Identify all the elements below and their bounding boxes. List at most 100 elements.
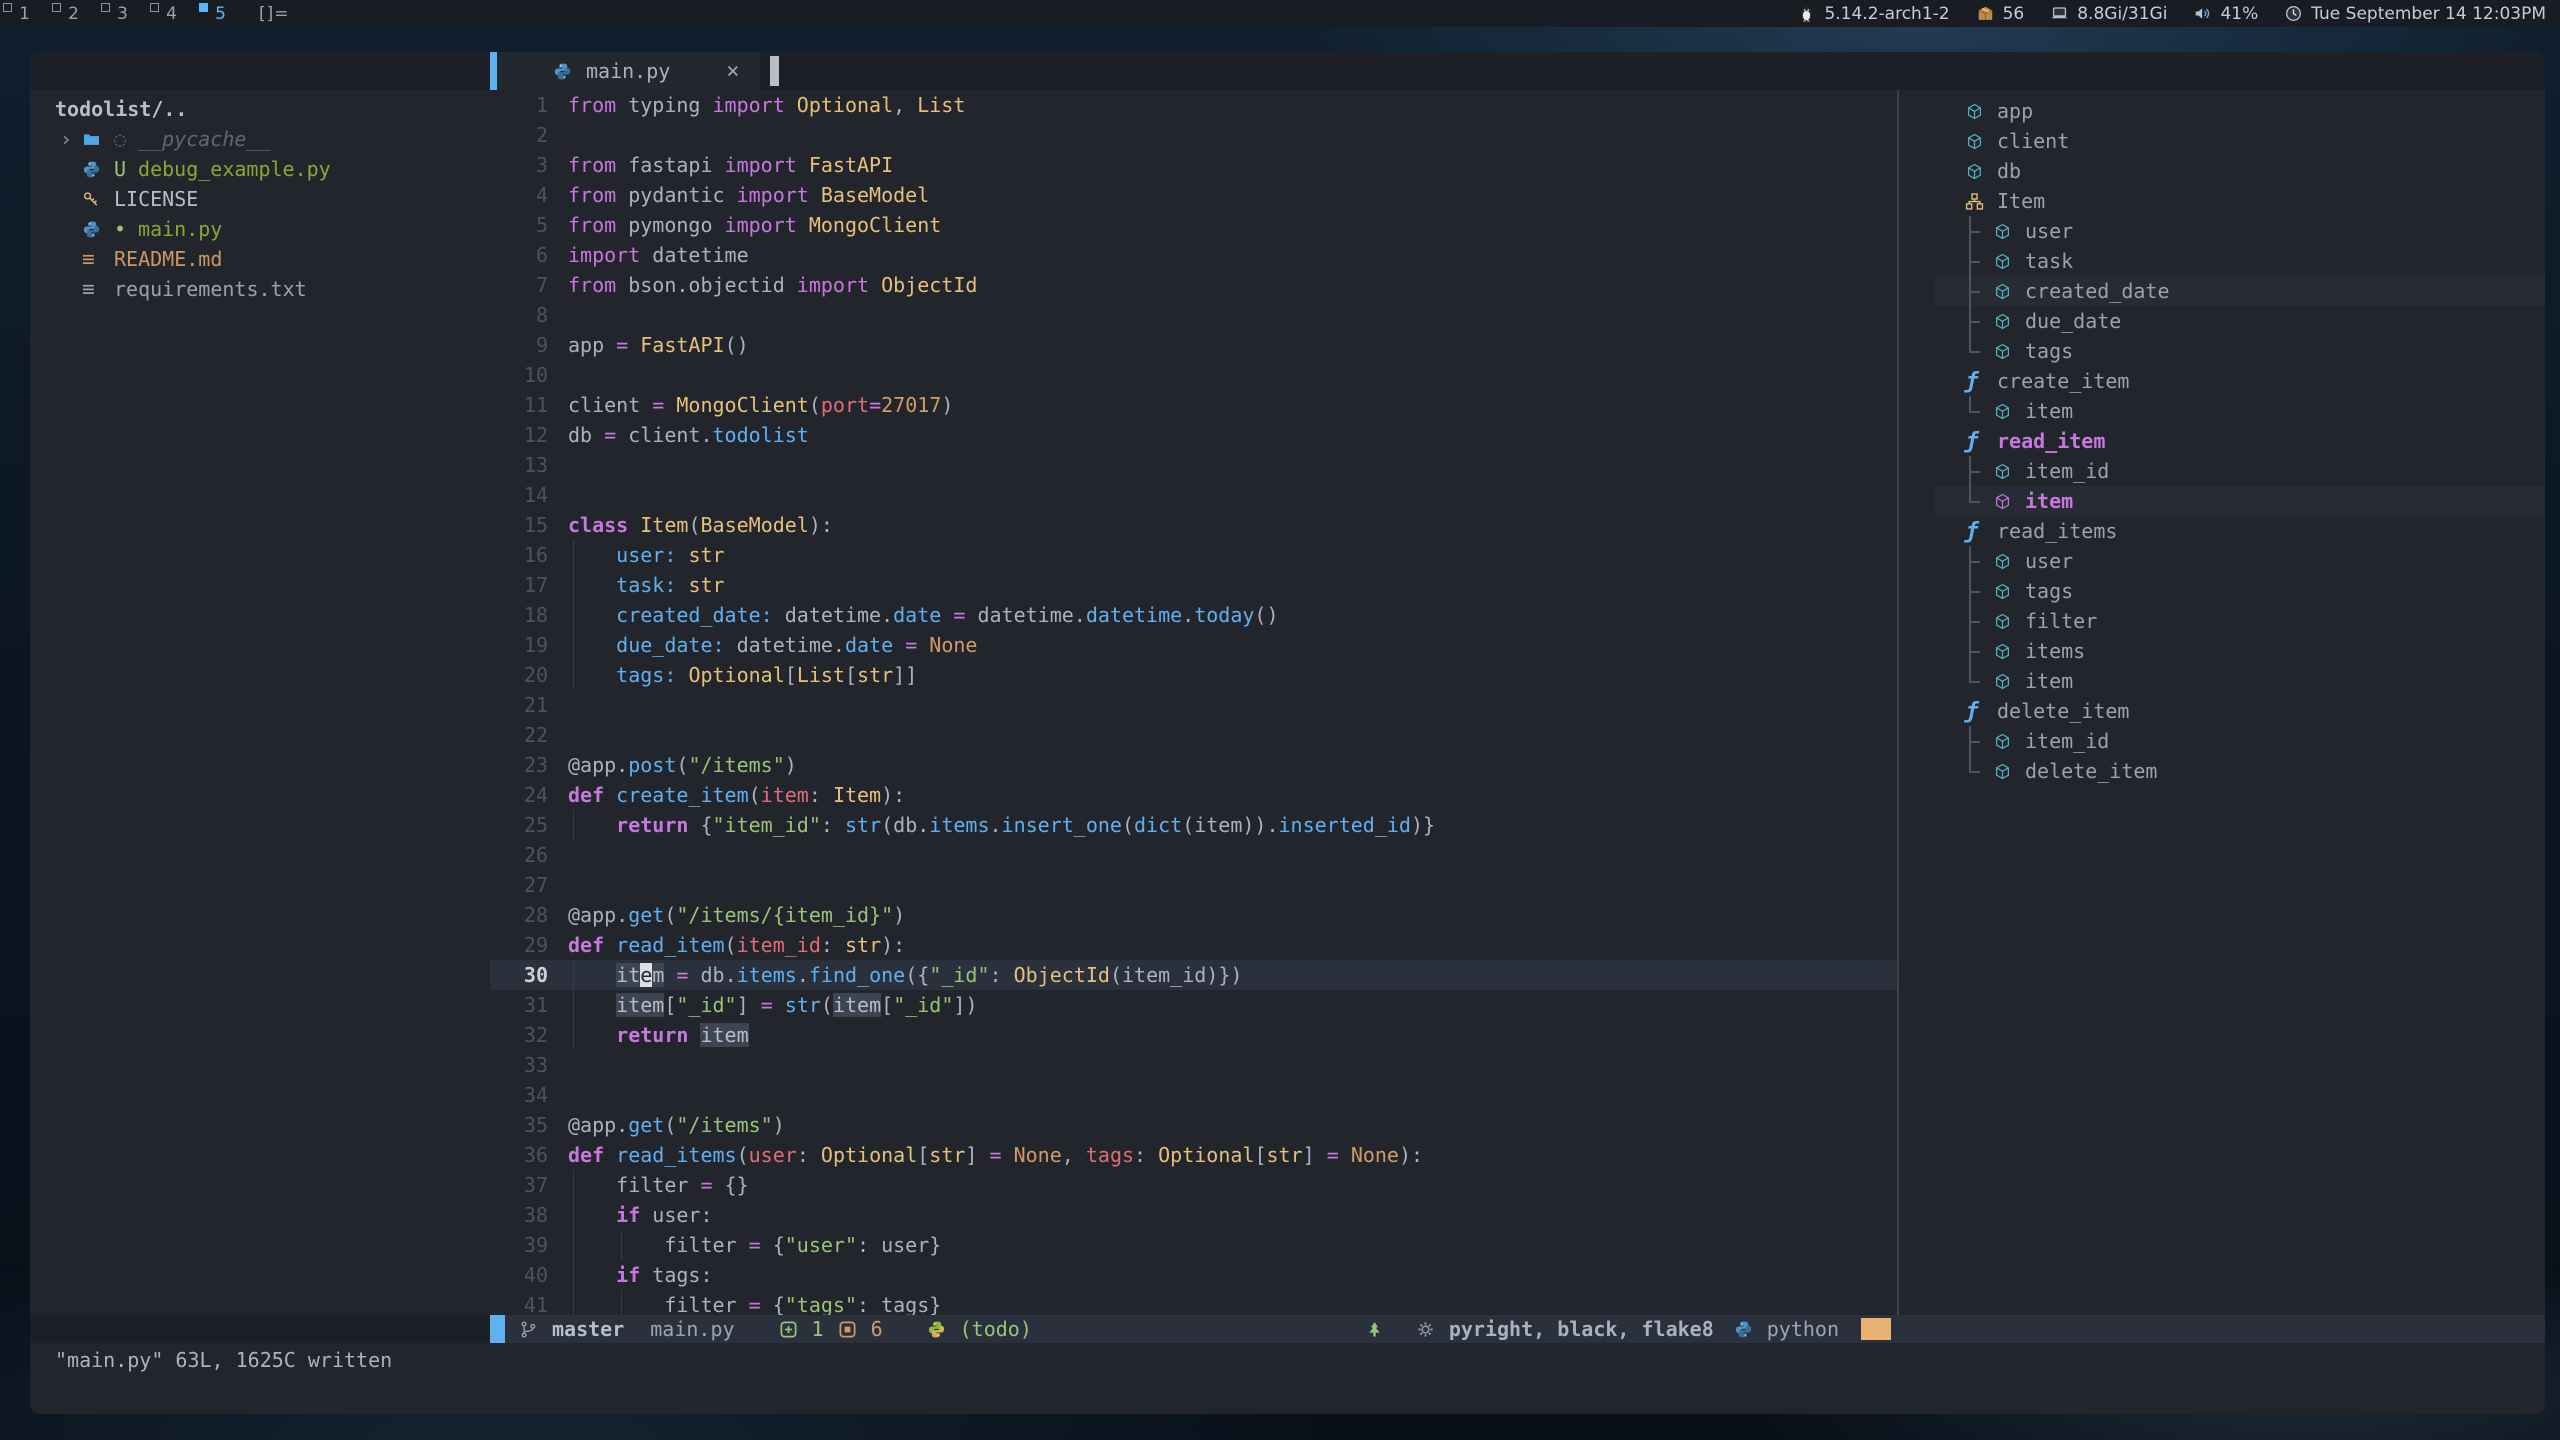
code-token: FastAPI	[809, 153, 893, 177]
code-line-17[interactable]: 17 task: str	[490, 570, 1897, 600]
code-editor[interactable]: 1from typing import Optional, List23from…	[490, 90, 1897, 1315]
code-token: None	[1351, 1143, 1399, 1167]
tree-connector	[1965, 246, 1993, 276]
symbol-created_date[interactable]: created_date	[1899, 276, 2545, 306]
symbol-due_date[interactable]: due_date	[1899, 306, 2545, 336]
code-text	[568, 300, 1897, 330]
code-line-8[interactable]: 8	[490, 300, 1897, 330]
file-row-main-py[interactable]: •main.py	[30, 214, 490, 244]
code-line-35[interactable]: 35@app.get("/items")	[490, 1110, 1897, 1140]
code-token	[917, 633, 929, 657]
tab-main-py[interactable]: main.py ×	[497, 52, 760, 90]
line-number: 18	[490, 600, 548, 630]
code-line-40[interactable]: 40 if tags:	[490, 1260, 1897, 1290]
code-line-23[interactable]: 23@app.post("/items")	[490, 750, 1897, 780]
symbol-item_id[interactable]: item_id	[1899, 726, 2545, 756]
code-line-14[interactable]: 14	[490, 480, 1897, 510]
code-line-30[interactable]: 30 item = db.items.find_one({"_id": Obje…	[490, 960, 1897, 990]
workspace-5[interactable]: 5	[196, 0, 245, 27]
workspace-2[interactable]: 2	[49, 0, 98, 27]
file-row-requirements-txt[interactable]: ≡requirements.txt	[30, 274, 490, 304]
symbol-user[interactable]: user	[1899, 546, 2545, 576]
tree-connector	[1965, 636, 1993, 666]
code-token: "user"	[785, 1233, 857, 1257]
code-line-24[interactable]: 24def create_item(item: Item):	[490, 780, 1897, 810]
symbol-tags[interactable]: tags	[1899, 336, 2545, 366]
workspace-3[interactable]: 3	[98, 0, 147, 27]
code-line-18[interactable]: 18 created_date: datetime.date = datetim…	[490, 600, 1897, 630]
code-line-22[interactable]: 22	[490, 720, 1897, 750]
code-token	[568, 633, 616, 657]
code-text: def read_item(item_id: str):	[568, 930, 1897, 960]
symbol-item_id[interactable]: item_id	[1899, 456, 2545, 486]
symbol-app[interactable]: app	[1899, 96, 2545, 126]
symbol-Item[interactable]: Item	[1899, 186, 2545, 216]
symbol-item[interactable]: item	[1899, 486, 2545, 516]
tab-close-icon[interactable]: ×	[726, 59, 739, 84]
file-row-readme-md[interactable]: ≡README.md	[30, 244, 490, 274]
symbol-item[interactable]: item	[1899, 666, 2545, 696]
code-line-21[interactable]: 21	[490, 690, 1897, 720]
symbol-label: user	[2025, 219, 2073, 243]
code-line-3[interactable]: 3from fastapi import FastAPI	[490, 150, 1897, 180]
file-row--pycache-[interactable]: ›◌__pycache__	[30, 124, 490, 154]
symbol-item[interactable]: item	[1899, 396, 2545, 426]
function-icon: ƒ	[1965, 429, 1997, 454]
file-row-debug-example-py[interactable]: Udebug_example.py	[30, 154, 490, 184]
code-line-12[interactable]: 12db = client.todolist	[490, 420, 1897, 450]
code-line-19[interactable]: 19 due_date: datetime.date = None	[490, 630, 1897, 660]
file-row-license[interactable]: LICENSE	[30, 184, 490, 214]
code-line-26[interactable]: 26	[490, 840, 1897, 870]
code-line-34[interactable]: 34	[490, 1080, 1897, 1110]
code-line-9[interactable]: 9app = FastAPI()	[490, 330, 1897, 360]
symbol-tags[interactable]: tags	[1899, 576, 2545, 606]
code-line-5[interactable]: 5from pymongo import MongoClient	[490, 210, 1897, 240]
file-tree-root[interactable]: todolist/..	[30, 94, 490, 124]
symbol-task[interactable]: task	[1899, 246, 2545, 276]
line-number: 20	[490, 660, 548, 690]
code-line-27[interactable]: 27	[490, 870, 1897, 900]
symbol-filter[interactable]: filter	[1899, 606, 2545, 636]
workspace-1[interactable]: 1	[0, 0, 49, 27]
code-token: from	[568, 93, 616, 117]
code-token: None	[1014, 1143, 1062, 1167]
code-line-11[interactable]: 11client = MongoClient(port=27017)	[490, 390, 1897, 420]
code-line-32[interactable]: 32 return item	[490, 1020, 1897, 1050]
code-line-28[interactable]: 28@app.get("/items/{item_id}")	[490, 900, 1897, 930]
code-line-41[interactable]: 41 filter = {"tags": tags}	[490, 1290, 1897, 1315]
code-line-10[interactable]: 10	[490, 360, 1897, 390]
code-line-6[interactable]: 6import datetime	[490, 240, 1897, 270]
symbol-delete_item[interactable]: ƒdelete_item	[1899, 696, 2545, 726]
code-line-1[interactable]: 1from typing import Optional, List	[490, 90, 1897, 120]
code-line-38[interactable]: 38 if user:	[490, 1200, 1897, 1230]
code-line-36[interactable]: 36def read_items(user: Optional[str] = N…	[490, 1140, 1897, 1170]
code-line-16[interactable]: 16 user: str	[490, 540, 1897, 570]
symbol-read_item[interactable]: ƒread_item	[1899, 426, 2545, 456]
code-token: items	[929, 813, 989, 837]
workspace-4[interactable]: 4	[147, 0, 196, 27]
symbol-items[interactable]: items	[1899, 636, 2545, 666]
symbol-create_item[interactable]: ƒcreate_item	[1899, 366, 2545, 396]
code-line-37[interactable]: 37 filter = {}	[490, 1170, 1897, 1200]
code-line-33[interactable]: 33	[490, 1050, 1897, 1080]
code-line-31[interactable]: 31 item["_id"] = str(item["_id"])	[490, 990, 1897, 1020]
code-line-25[interactable]: 25 return {"item_id": str(db.items.inser…	[490, 810, 1897, 840]
symbol-client[interactable]: client	[1899, 126, 2545, 156]
symbol-db[interactable]: db	[1899, 156, 2545, 186]
code-line-15[interactable]: 15class Item(BaseModel):	[490, 510, 1897, 540]
code-line-7[interactable]: 7from bson.objectid import ObjectId	[490, 270, 1897, 300]
topbar: 12345 []= 5.14.2-arch1-2568.8Gi/31Gi41%T…	[0, 0, 2560, 27]
symbol-user[interactable]: user	[1899, 216, 2545, 246]
tab-label: main.py	[586, 59, 670, 83]
symbol-read_items[interactable]: ƒread_items	[1899, 516, 2545, 546]
code-line-13[interactable]: 13	[490, 450, 1897, 480]
line-number: 25	[490, 810, 548, 840]
code-line-4[interactable]: 4from pydantic import BaseModel	[490, 180, 1897, 210]
code-line-29[interactable]: 29def read_item(item_id: str):	[490, 930, 1897, 960]
symbol-delete_item[interactable]: delete_item	[1899, 756, 2545, 786]
code-line-2[interactable]: 2	[490, 120, 1897, 150]
git-added-icon	[779, 1320, 798, 1339]
git-branch-name[interactable]: master	[552, 1317, 624, 1341]
code-line-20[interactable]: 20 tags: Optional[List[str]]	[490, 660, 1897, 690]
code-line-39[interactable]: 39 filter = {"user": user}	[490, 1230, 1897, 1260]
